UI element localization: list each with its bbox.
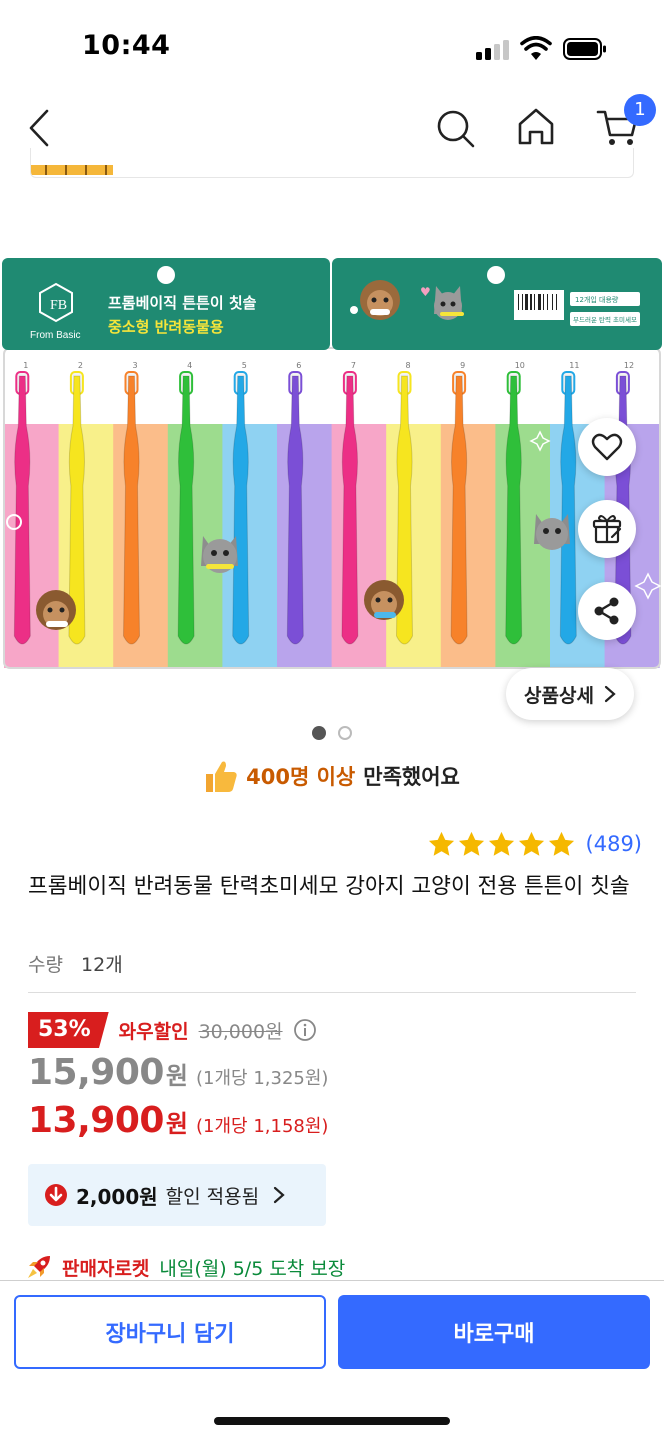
chevron-right-icon — [274, 1186, 285, 1204]
satisfaction-banner: 400명 이상 만족했어요 — [0, 756, 664, 796]
gift-icon — [592, 515, 622, 544]
star-icon — [488, 831, 514, 856]
dog-mascot-2 — [364, 580, 404, 620]
regular-price: 15,900 — [28, 1052, 164, 1093]
svg-text:FB: FB — [50, 298, 67, 313]
package-color-panel — [113, 424, 169, 668]
package-color-panel — [386, 424, 442, 668]
review-count[interactable]: (489) — [586, 832, 642, 856]
toothbrush-package-illustration: FB From Basic 프롬베이직 튼튼이 칫솔 중소형 반려동물용 ♥ 1… — [0, 256, 664, 672]
star-rating — [427, 830, 576, 859]
quantity-row: 수량 12개 — [28, 950, 123, 977]
slot-number: 6 — [296, 361, 301, 370]
thumbnail-strip — [31, 165, 113, 175]
star-icon — [458, 831, 484, 856]
wifi-icon — [520, 36, 552, 60]
chevron-right-icon — [604, 685, 616, 703]
info-icon[interactable] — [293, 1018, 317, 1042]
slot-number: 3 — [133, 361, 138, 370]
slot-number: 7 — [351, 361, 356, 370]
quantity-value: 12개 — [81, 954, 123, 976]
wow-price-row: 13,900 원 (1개당 1,158원) — [28, 1100, 328, 1148]
arrow-down-circle-icon — [45, 1184, 67, 1206]
pagination-dot-2[interactable] — [338, 726, 352, 740]
product-image[interactable]: FB From Basic 프롬베이직 튼튼이 칫솔 중소형 반려동물용 ♥ 1… — [0, 256, 664, 672]
package-color-panel — [4, 424, 60, 668]
wow-price-currency: 원 — [165, 1110, 189, 1138]
rocket-icon — [28, 1256, 50, 1278]
chevron-left-icon[interactable] — [26, 108, 52, 148]
product-detail-label: 상품상세 — [524, 684, 594, 707]
status-bar: 10:44 — [0, 0, 664, 96]
product-title: 프롬베이직 반려동물 탄력초미세모 강아지 고양이 전용 튼튼이 칫솔 — [28, 874, 630, 899]
satisfaction-highlight: 400명 이상 — [246, 765, 356, 789]
original-price: 30,000원 — [198, 1020, 283, 1043]
delivery-info: 판매자로켓 내일(월) 5/5 도착 보장 — [26, 1252, 345, 1282]
cat-mascot — [201, 536, 238, 573]
home-indicator — [214, 1417, 450, 1425]
slot-number: 12 — [624, 361, 634, 370]
package-color-panel — [58, 424, 114, 668]
rating-summary[interactable]: (489) — [427, 828, 642, 860]
product-detail-button[interactable]: 상품상세 — [506, 668, 634, 720]
rocket-delivery-label: 판매자로켓 — [62, 1257, 150, 1280]
previous-section-edge — [30, 148, 634, 178]
slot-number: 8 — [406, 361, 411, 370]
brand-name: From Basic — [30, 330, 81, 341]
package-color-panel — [440, 424, 496, 668]
share-icon — [594, 597, 619, 625]
battery-icon — [563, 38, 606, 60]
quantity-label: 수량 — [28, 954, 63, 976]
coupon-amount: 2,000원 — [76, 1184, 158, 1209]
svg-text:♥: ♥ — [420, 285, 431, 299]
regular-price-currency: 원 — [165, 1062, 189, 1090]
star-icon — [518, 831, 544, 856]
status-time: 10:44 — [82, 30, 171, 61]
share-button[interactable] — [578, 582, 636, 640]
package-color-panel — [277, 424, 333, 668]
wow-unit-price: (1개당 1,158원) — [196, 1116, 329, 1137]
add-to-cart-button[interactable]: 장바구니 담기 — [14, 1295, 326, 1369]
search-icon[interactable] — [434, 107, 476, 149]
heart-icon — [591, 433, 623, 461]
discount-row: 53% 와우할인 30,000원 — [28, 1011, 317, 1049]
buy-now-button[interactable]: 바로구매 — [338, 1295, 650, 1369]
cellular-signal-icon — [476, 40, 510, 60]
coupon-applied-box[interactable]: 2,000원 할인 적용됨 — [28, 1164, 326, 1226]
slot-number: 10 — [515, 361, 525, 370]
package-color-panel — [331, 424, 387, 668]
home-icon[interactable] — [516, 106, 556, 146]
pack-label-top: 12개입 대용량 — [575, 295, 619, 304]
slot-number: 11 — [569, 361, 579, 370]
section-divider — [28, 992, 636, 993]
cart-count-badge: 1 — [624, 94, 656, 126]
discount-rate-badge: 53% — [28, 1012, 109, 1048]
slot-number: 9 — [460, 361, 465, 370]
star-icon — [548, 831, 574, 856]
star-icon — [428, 831, 454, 856]
slot-number: 1 — [23, 361, 28, 370]
satisfaction-text: 만족했어요 — [363, 765, 460, 789]
gift-button[interactable] — [578, 500, 636, 558]
gallery-pagination — [0, 726, 664, 742]
slot-number: 5 — [242, 361, 247, 370]
wow-discount-label: 와우할인 — [118, 1020, 189, 1043]
coupon-text: 할인 적용됨 — [165, 1185, 260, 1208]
wishlist-button[interactable] — [578, 418, 636, 476]
bottom-action-bar: 장바구니 담기 바로구매 — [0, 1280, 664, 1440]
regular-price-row: 15,900 원 (1개당 1,325원) — [28, 1052, 328, 1100]
pack-label-bottom: 부드러운 탄력 초미세모 — [573, 315, 637, 324]
slot-number: 4 — [187, 361, 192, 370]
package-title-line2: 중소형 반려동물용 — [108, 318, 224, 336]
dog-mascot — [36, 590, 76, 630]
slot-number: 2 — [78, 361, 83, 370]
regular-unit-price: (1개당 1,325원) — [196, 1068, 329, 1089]
delivery-eta: 내일(월) 5/5 도착 보장 — [159, 1257, 346, 1280]
pagination-dot-1[interactable] — [312, 726, 326, 740]
thumbs-up-icon — [206, 761, 237, 792]
package-title-line1: 프롬베이직 튼튼이 칫솔 — [108, 294, 257, 312]
wow-price: 13,900 — [28, 1100, 164, 1141]
